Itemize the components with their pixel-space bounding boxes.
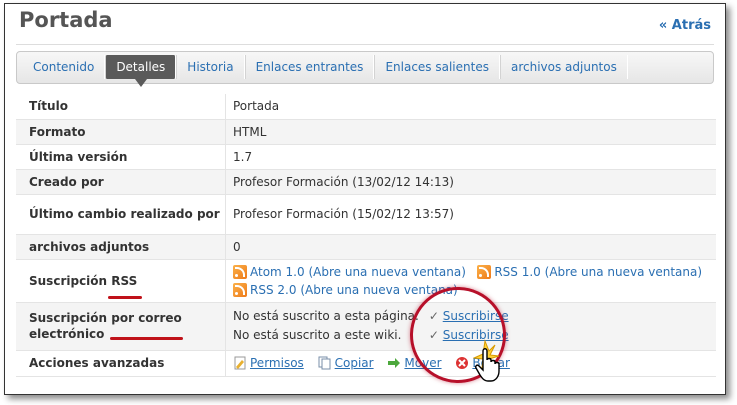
- move-arrow-icon: [388, 358, 401, 368]
- back-link[interactable]: « Atrás: [659, 18, 711, 33]
- row-label: Última versión: [16, 144, 226, 169]
- rss-icon: [477, 264, 492, 279]
- email-subscriptions: No está suscrito a esta página. ✓ Suscri…: [225, 302, 716, 350]
- email-label-suffix: electrónico: [29, 327, 105, 341]
- row-value: Portada: [225, 94, 716, 119]
- table-row: Título Portada: [16, 94, 716, 119]
- rss-label-highlight: RSS: [111, 273, 138, 288]
- row-value: 1.7: [225, 144, 716, 169]
- row-label: Título: [16, 94, 226, 119]
- copy-icon: [318, 356, 331, 370]
- email-label-highlight: por correo: [111, 311, 182, 325]
- permissions-icon: [234, 356, 246, 370]
- table-row: Creado por Profesor Formación (13/02/12 …: [16, 169, 716, 194]
- permisos-link[interactable]: Permisos: [250, 356, 304, 370]
- row-value: HTML: [225, 119, 716, 144]
- table-row: archivos adjuntos 0: [16, 234, 716, 259]
- row-label: archivos adjuntos: [16, 234, 226, 259]
- borrar-link[interactable]: Borrar: [472, 356, 510, 370]
- row-label: Formato: [16, 119, 226, 144]
- rss-annotation-underline: [108, 296, 142, 299]
- table-row-actions: Acciones avanzadas Permisos Copiar Mover…: [16, 350, 716, 376]
- row-value: 0: [225, 234, 716, 259]
- delete-icon: [456, 357, 469, 369]
- table-row: Formato HTML: [16, 119, 716, 144]
- subscribe-page-icon: ✓: [428, 309, 439, 323]
- rss1-feed-link[interactable]: RSS 1.0: [494, 265, 540, 279]
- rss2-feed-note[interactable]: (Abre una nueva ventana): [300, 283, 457, 297]
- tab-detalles[interactable]: Detalles: [105, 55, 177, 87]
- rss-icon: [233, 264, 247, 279]
- row-value: Profesor Formación (15/02/12 13:57): [225, 194, 716, 234]
- tab-enlaces-salientes[interactable]: Enlaces salientes: [374, 55, 500, 79]
- rss2-feed-link[interactable]: RSS 2.0: [250, 283, 296, 297]
- subscribe-wiki-link[interactable]: Suscribirse: [443, 328, 509, 342]
- row-label: Suscripción por correo electrónico: [16, 302, 226, 350]
- email-annotation-underline: [110, 337, 183, 340]
- atom-feed-link[interactable]: Atom 1.0: [250, 265, 305, 279]
- tab-archivos-adjuntos[interactable]: archivos adjuntos: [499, 55, 628, 79]
- wiki-subscription-status: No está suscrito a este wiki.: [233, 328, 402, 342]
- rss-icon: [233, 282, 247, 297]
- table-row: Última versión 1.7: [16, 144, 716, 169]
- row-label: Acciones avanzadas: [16, 350, 226, 376]
- subscribe-wiki-icon: ✓: [428, 328, 439, 342]
- tab-contenido[interactable]: Contenido: [23, 55, 106, 79]
- tab-enlaces-entrantes[interactable]: Enlaces entrantes: [244, 55, 375, 79]
- advanced-actions: Permisos Copiar Mover Borrar: [225, 350, 716, 376]
- page-title: Portada: [19, 8, 113, 32]
- row-label: Último cambio realizado por: [16, 194, 226, 234]
- rss-label-prefix: Suscripción: [29, 273, 108, 288]
- table-row-email: Suscripción por correo electrónico No es…: [16, 302, 716, 350]
- row-label: Creado por: [16, 169, 226, 194]
- mover-link[interactable]: Mover: [404, 356, 441, 370]
- subscribe-page-link[interactable]: Suscribirse: [443, 309, 509, 323]
- title-divider: [16, 44, 714, 45]
- table-row: Último cambio realizado por Profesor For…: [16, 194, 716, 234]
- row-value: Profesor Formación (13/02/12 14:13): [225, 169, 716, 194]
- rss1-feed-note[interactable]: (Abre una nueva ventana): [545, 265, 702, 279]
- details-table: Título Portada Formato HTML Última versi…: [16, 94, 716, 377]
- email-label-prefix: Suscripción: [29, 311, 108, 325]
- tab-bar: Contenido Detalles Historia Enlaces entr…: [16, 51, 714, 87]
- copiar-link[interactable]: Copiar: [335, 356, 374, 370]
- tab-historia[interactable]: Historia: [176, 55, 245, 79]
- page-subscription-status: No está suscrito a esta página.: [233, 309, 419, 323]
- rss-feeds: Atom 1.0 (Abre una nueva ventana) RSS 1.…: [225, 259, 716, 302]
- wiki-page-window: Portada « Atrás Contenido Detalles Histo…: [4, 3, 726, 395]
- atom-feed-note[interactable]: (Abre una nueva ventana): [308, 265, 465, 279]
